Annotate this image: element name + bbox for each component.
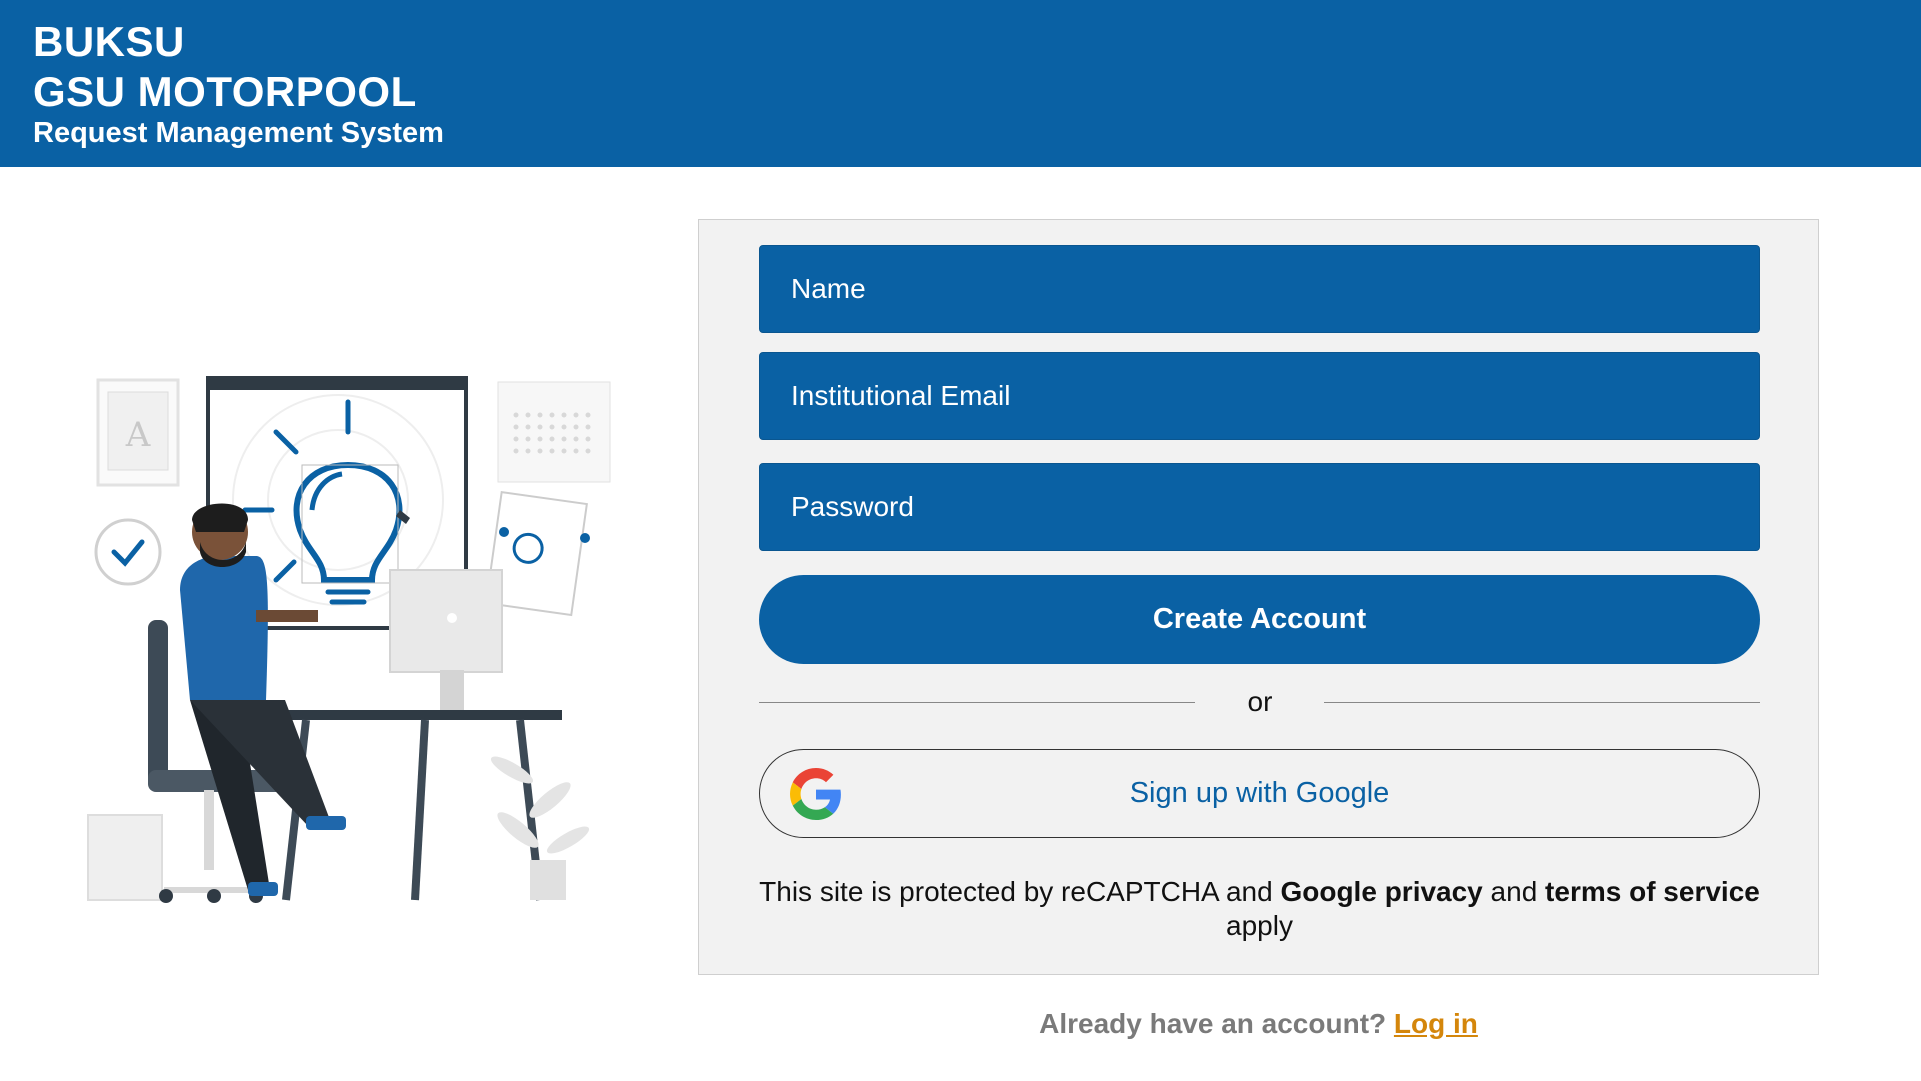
- frame-letter: A: [125, 415, 151, 455]
- brand-title: BUKSU: [33, 18, 185, 65]
- login-link[interactable]: Log in: [1394, 1008, 1478, 1039]
- or-divider-text: or: [1247, 686, 1273, 717]
- workspace-illustration: A: [87, 376, 611, 903]
- password-input[interactable]: [759, 463, 1760, 551]
- create-account-button[interactable]: Create Account: [759, 575, 1760, 664]
- notice-prefix: This site is protected by reCAPTCHA and: [759, 876, 1273, 907]
- name-input[interactable]: [759, 245, 1760, 333]
- terms-of-service-link[interactable]: terms of service: [1545, 876, 1760, 907]
- login-prompt: Already have an account? Log in: [698, 1008, 1819, 1040]
- divider-right: [1324, 702, 1760, 703]
- app-header: BUKSU GSU MOTORPOOL Request Management S…: [0, 0, 1921, 167]
- institutional-email-input[interactable]: [759, 352, 1760, 440]
- notice-and: and: [1490, 876, 1538, 907]
- login-question: Already have an account?: [1039, 1008, 1387, 1039]
- google-privacy-link[interactable]: Google privacy: [1280, 876, 1482, 907]
- brand-subtitle: GSU MOTORPOOL: [33, 68, 417, 115]
- google-signup-button[interactable]: Sign up with Google: [759, 749, 1760, 838]
- signup-card: Create Account or Sign up with Google Th…: [698, 219, 1819, 975]
- divider-left: [759, 702, 1195, 703]
- brand-tagline: Request Management System: [33, 117, 444, 149]
- notice-suffix: apply: [1226, 910, 1293, 941]
- recaptcha-notice: This site is protected by reCAPTCHA and …: [759, 875, 1760, 943]
- google-signup-label: Sign up with Google: [1129, 777, 1390, 809]
